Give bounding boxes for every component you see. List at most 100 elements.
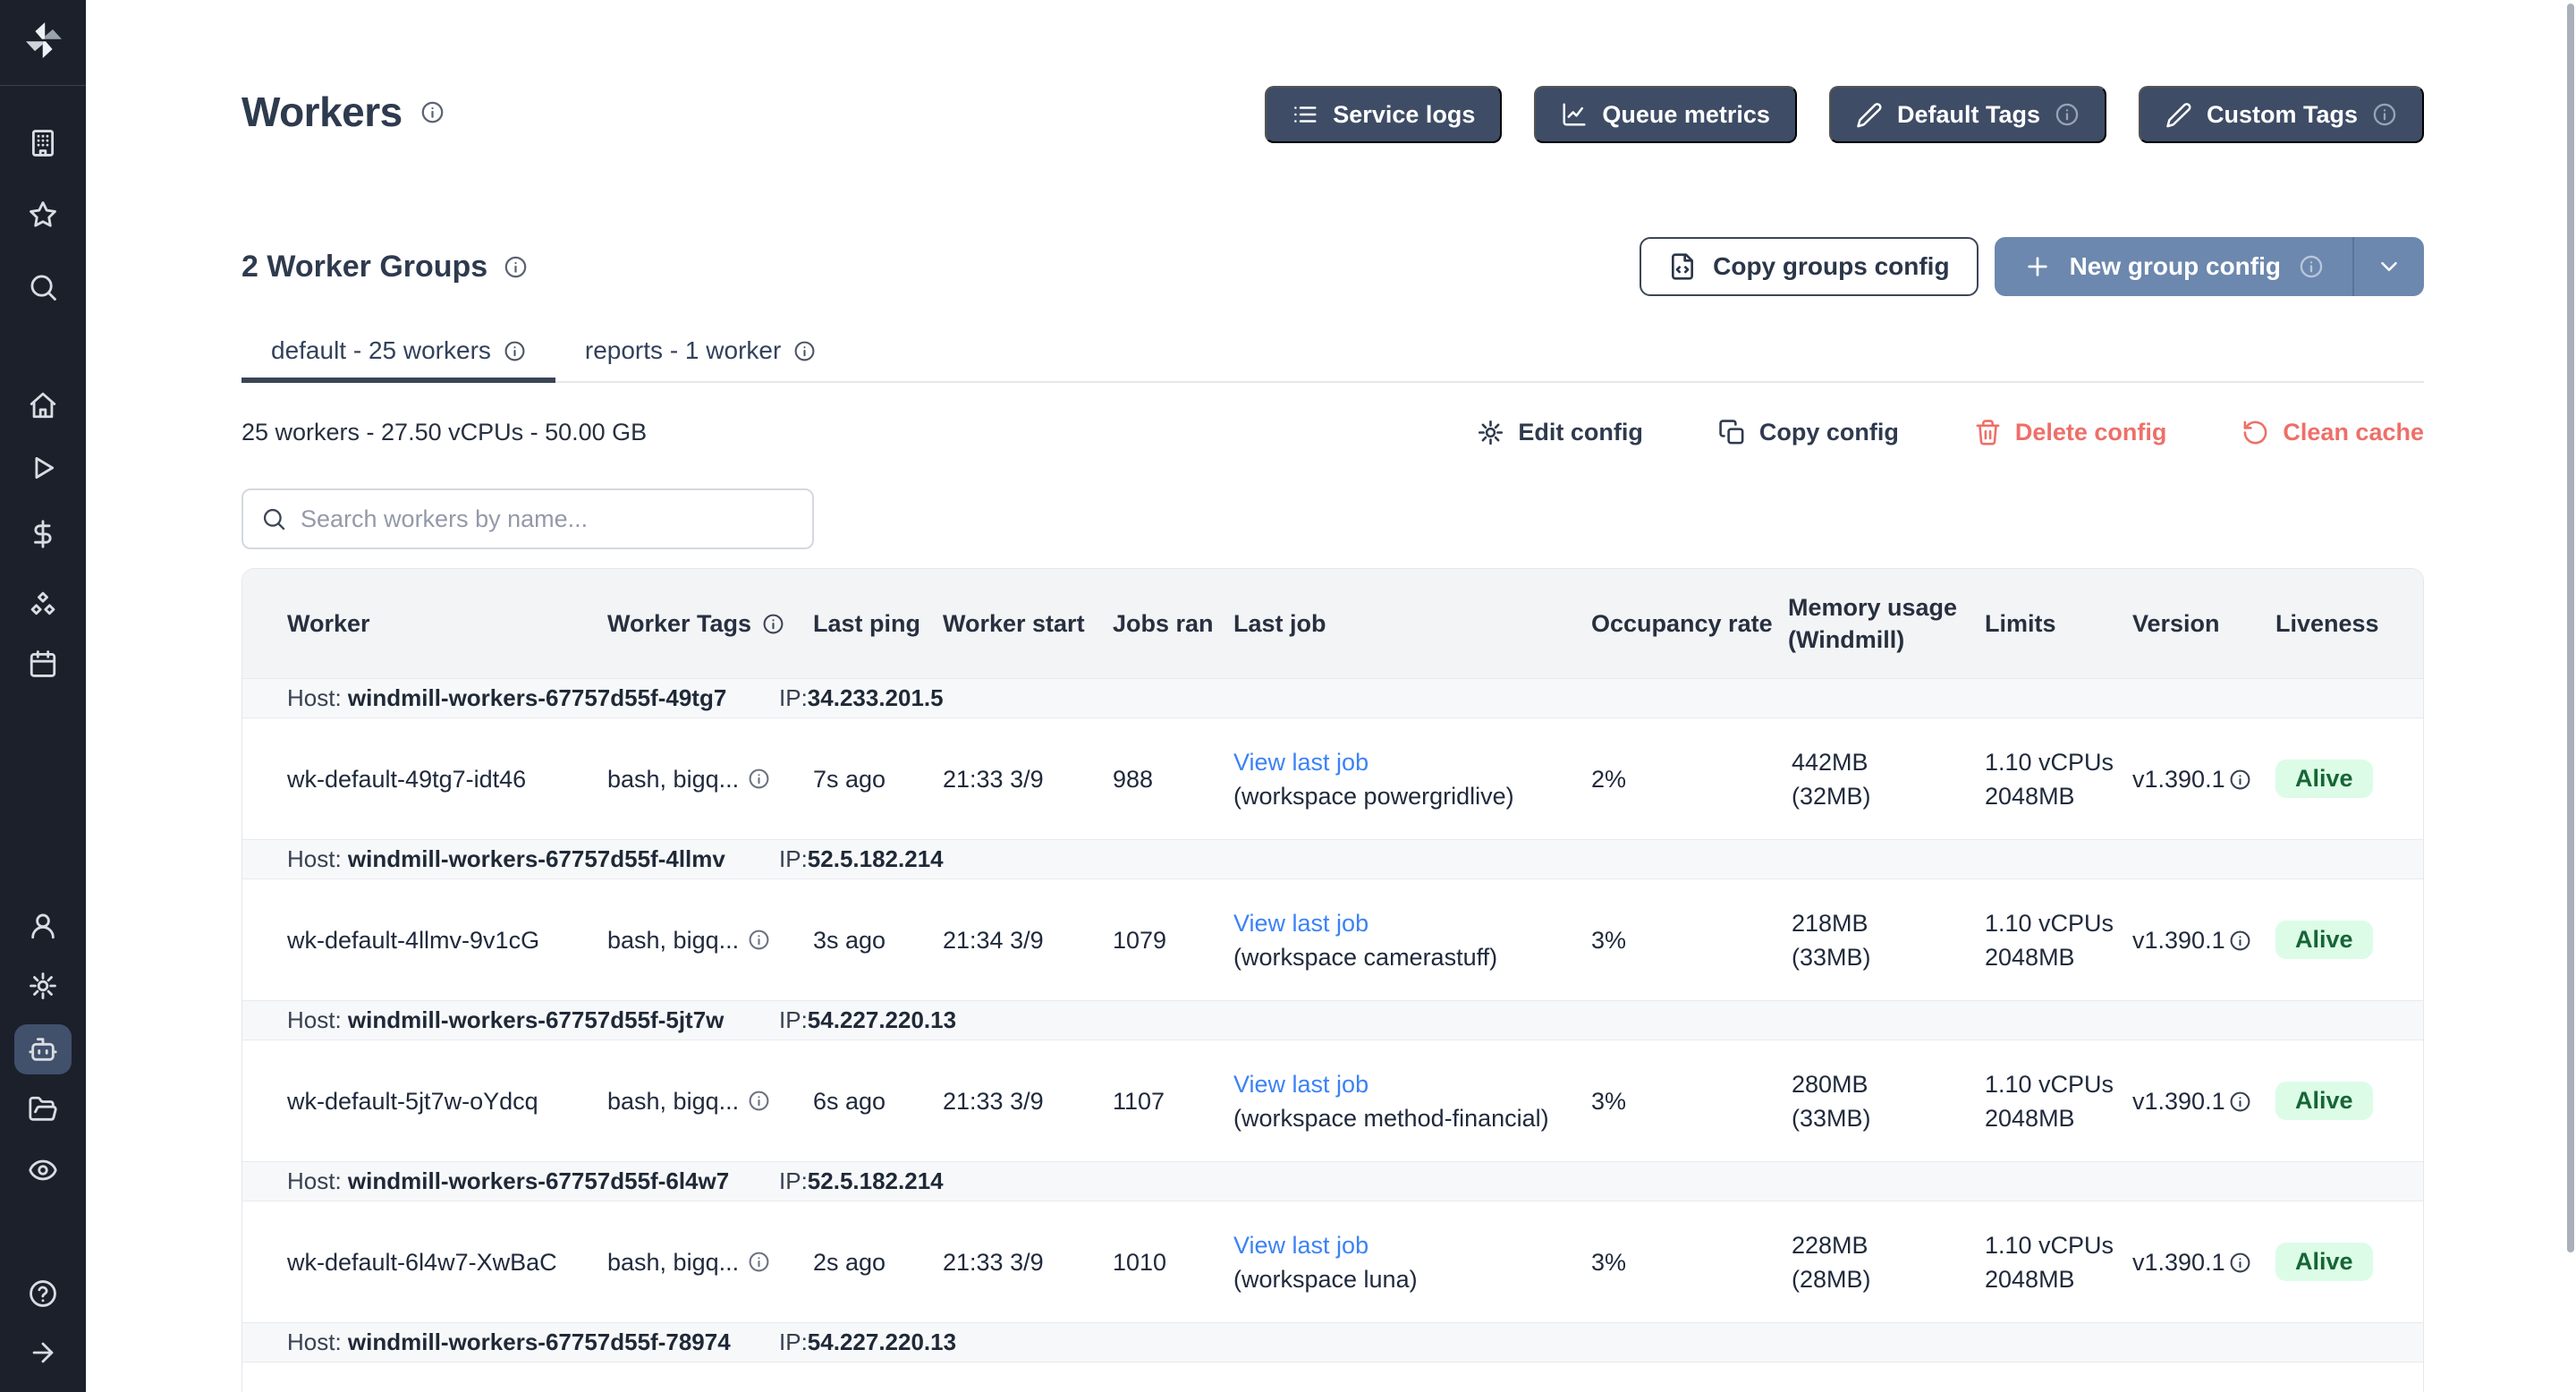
- service-logs-button[interactable]: Service logs: [1265, 86, 1502, 143]
- info-icon[interactable]: [2229, 929, 2251, 952]
- search-input[interactable]: [301, 505, 794, 533]
- sidebar-item-user-icon[interactable]: [28, 911, 58, 941]
- view-last-job-link[interactable]: View last job: [1233, 749, 1368, 776]
- action-label: Copy config: [1759, 419, 1899, 446]
- custom-tags-button[interactable]: Custom Tags: [2139, 86, 2424, 143]
- host-name: windmill-workers-67757d55f-4llmv: [348, 845, 725, 872]
- default-tags-button[interactable]: Default Tags: [1829, 86, 2106, 143]
- info-icon[interactable]: [2229, 768, 2251, 791]
- sidebar-item-star-icon[interactable]: [28, 199, 58, 230]
- group-summary: 25 workers - 27.50 vCPUs - 50.00 GB: [242, 419, 647, 446]
- column-header: Version: [2125, 607, 2268, 640]
- info-icon[interactable]: [504, 340, 526, 362]
- column-header: Limits: [1978, 607, 2125, 640]
- info-icon[interactable]: [2055, 102, 2080, 127]
- worker-start: 21:33 3/9: [936, 1084, 1106, 1118]
- last-job: View last job (workspace powergridlive): [1226, 745, 1584, 813]
- edit-config-button[interactable]: Edit config: [1477, 419, 1642, 446]
- memory-usage: 218MB(33MB): [1781, 906, 1978, 974]
- view-last-job-link[interactable]: View last job: [1233, 1232, 1368, 1259]
- trash-icon: [1974, 419, 2002, 446]
- worker-row: wk-default-49tg7-idt46 bash, bigq... 7s …: [242, 718, 2423, 839]
- last-ping: 6s ago: [806, 1084, 936, 1118]
- sidebar-item-home-icon[interactable]: [28, 390, 58, 420]
- info-icon[interactable]: [748, 929, 770, 951]
- sidebar-item-bot-icon[interactable]: [28, 1034, 58, 1065]
- last-job: View last job (workspace method-financia…: [1226, 1067, 1584, 1135]
- page-title: Workers: [242, 88, 402, 136]
- workers-info-icon[interactable]: [420, 100, 445, 124]
- button-label: Service logs: [1333, 101, 1475, 129]
- tab-label: reports - 1 worker: [585, 336, 781, 365]
- column-header: Last job: [1226, 607, 1584, 640]
- last-job-workspace: (workspace method-financial): [1233, 1105, 1549, 1132]
- new-group-config-info-icon[interactable]: [2299, 254, 2324, 279]
- tab-default[interactable]: default - 25 workers: [242, 322, 555, 381]
- sidebar-item-folder-open-icon[interactable]: [28, 1094, 58, 1125]
- delete-config-button[interactable]: Delete config: [1974, 419, 2167, 446]
- view-last-job-link[interactable]: View last job: [1233, 910, 1368, 937]
- info-icon[interactable]: [748, 1251, 770, 1273]
- search-box: [242, 488, 814, 549]
- memory-usage: 442MB(32MB): [1781, 745, 1978, 813]
- sidebar-item-arrow-right-icon[interactable]: [28, 1337, 58, 1368]
- liveness-badge: Alive: [2275, 1243, 2373, 1281]
- sidebar-item-play-icon[interactable]: [28, 453, 58, 483]
- info-icon[interactable]: [793, 340, 816, 362]
- pencil-icon: [2165, 101, 2192, 128]
- worker-groups-info-icon[interactable]: [504, 255, 528, 279]
- limits: 1.10 vCPUs2048MB: [1978, 1228, 2125, 1296]
- sidebar-item-help-icon[interactable]: [28, 1278, 58, 1309]
- worker-tags: bash, bigq...: [600, 1084, 806, 1118]
- info-icon[interactable]: [2229, 1252, 2251, 1274]
- copy-config-button[interactable]: Copy config: [1718, 419, 1899, 446]
- sidebar-item-boxes-icon[interactable]: [28, 589, 58, 619]
- sidebar-item-calendar-icon[interactable]: [28, 649, 58, 679]
- column-header: Jobs ran: [1106, 607, 1226, 640]
- limits: 1.10 vCPUs2048MB: [1978, 745, 2125, 813]
- worker-name: wk-default-4llmv-9v1cG: [242, 923, 600, 957]
- action-label: Edit config: [1518, 419, 1642, 446]
- column-header: Occupancy rate: [1584, 607, 1781, 640]
- scrollbar[interactable]: [2567, 4, 2574, 1252]
- info-icon[interactable]: [2372, 102, 2397, 127]
- info-icon[interactable]: [748, 768, 770, 790]
- column-header: Worker: [242, 607, 600, 640]
- queue-metrics-button[interactable]: Queue metrics: [1534, 86, 1797, 143]
- sidebar-divider: [0, 85, 86, 86]
- limits: 1.10 vCPUs2048MB: [1978, 1067, 2125, 1135]
- jobs-ran: 1010: [1106, 1245, 1226, 1279]
- copy-groups-config-button[interactable]: Copy groups config: [1640, 237, 1978, 296]
- worker-start: 21:33 3/9: [936, 762, 1106, 796]
- search-icon: [261, 506, 286, 531]
- list-icon: [1292, 101, 1318, 128]
- windmill-logo-icon[interactable]: [21, 18, 66, 63]
- gear-icon: [1477, 419, 1504, 446]
- tab-reports[interactable]: reports - 1 worker: [555, 322, 845, 381]
- jobs-ran: 988: [1106, 762, 1226, 796]
- liveness-badge: Alive: [2275, 1082, 2373, 1120]
- sidebar-item-search-icon[interactable]: [28, 272, 58, 302]
- info-icon[interactable]: [2229, 1091, 2251, 1113]
- jobs-ran: 1079: [1106, 923, 1226, 957]
- worker-start: 21:34 3/9: [936, 923, 1106, 957]
- sidebar-item-gear-icon[interactable]: [28, 971, 58, 1001]
- last-ping: 2s ago: [806, 1245, 936, 1279]
- new-group-config-dropdown[interactable]: [2354, 237, 2424, 296]
- clean-cache-button[interactable]: Clean cache: [2241, 419, 2424, 446]
- info-icon[interactable]: [748, 1090, 770, 1112]
- liveness-badge: Alive: [2275, 921, 2373, 959]
- liveness-badge: Alive: [2275, 760, 2373, 798]
- info-icon[interactable]: [762, 613, 784, 635]
- sidebar-item-dollar-icon[interactable]: [28, 519, 58, 549]
- new-group-config-button[interactable]: New group config: [1995, 237, 2424, 296]
- jobs-ran: 1107: [1106, 1084, 1226, 1118]
- host-name: windmill-workers-67757d55f-78974: [348, 1328, 731, 1355]
- view-last-job-link[interactable]: View last job: [1233, 1071, 1368, 1098]
- host-row: Host: windmill-workers-67757d55f-4llmv I…: [242, 839, 2423, 879]
- host-ip: 34.233.201.5: [808, 684, 944, 711]
- sidebar-item-eye-icon[interactable]: [28, 1155, 58, 1185]
- sidebar-item-building-icon[interactable]: [28, 128, 58, 158]
- column-header: Liveness: [2268, 607, 2423, 640]
- liveness: Alive: [2268, 1082, 2423, 1120]
